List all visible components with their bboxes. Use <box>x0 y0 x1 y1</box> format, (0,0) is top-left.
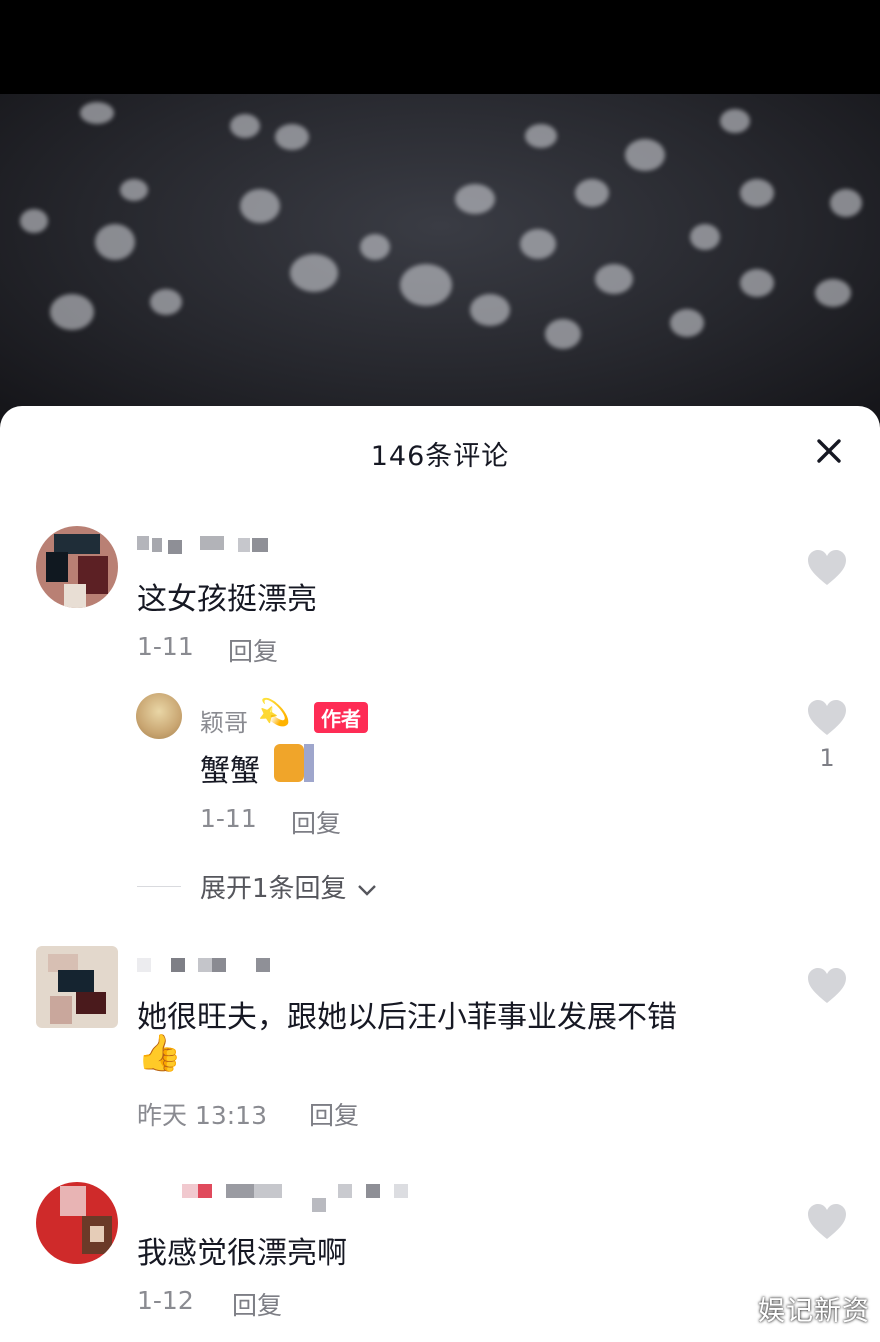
watermark: 娱记新资 <box>758 1296 870 1327</box>
like-count: 1 <box>819 744 835 772</box>
sparkle-emoji: 💫 <box>258 698 291 728</box>
reply-button[interactable]: 回复 <box>291 804 341 840</box>
cat-emoji-edge <box>304 744 314 782</box>
avatar[interactable] <box>36 946 118 1028</box>
avatar[interactable] <box>36 526 118 608</box>
reply-username[interactable]: 颖哥 <box>200 703 248 738</box>
reply-text: 蟹蟹 <box>200 754 260 789</box>
reply-button[interactable]: 回复 <box>309 1096 359 1132</box>
author-badge: 作者 <box>314 702 368 733</box>
heart-icon[interactable] <box>806 548 848 588</box>
comment-date: 昨天 13:13 <box>137 1101 267 1130</box>
reply-button[interactable]: 回复 <box>228 632 278 668</box>
heart-icon[interactable] <box>806 698 848 738</box>
thumbs-up-emoji: 👍 <box>137 1033 182 1074</box>
heart-icon[interactable] <box>806 1202 848 1242</box>
expand-replies-button[interactable]: 展开1条回复 <box>200 868 377 905</box>
avatar[interactable] <box>36 1182 118 1264</box>
heart-icon[interactable] <box>806 966 848 1006</box>
comment-sheet: 146条评论 这女孩挺漂亮 1-11 回复 颖哥 💫 作者 蟹蟹 1-11 回复… <box>0 406 880 1342</box>
cat-emoji <box>274 744 304 782</box>
comment-date: 1-11 <box>137 632 194 661</box>
author-avatar[interactable] <box>136 693 182 739</box>
comment-text: 这女孩挺漂亮 <box>137 582 317 617</box>
reply-date: 1-11 <box>200 804 257 833</box>
comment-text: 我感觉很漂亮啊 <box>137 1236 347 1271</box>
chevron-down-icon <box>357 884 376 896</box>
comment-text: 她很旺夫，跟她以后汪小菲事业发展不错 <box>137 1000 677 1035</box>
expand-label: 展开1条回复 <box>200 874 347 904</box>
close-icon[interactable] <box>814 436 844 466</box>
video-background-photo <box>0 94 880 424</box>
expand-divider <box>137 886 181 887</box>
top-black-bar <box>0 0 880 94</box>
reply-button[interactable]: 回复 <box>232 1286 282 1322</box>
comment-count-title: 146条评论 <box>370 441 510 472</box>
comment-date: 1-12 <box>137 1286 194 1315</box>
